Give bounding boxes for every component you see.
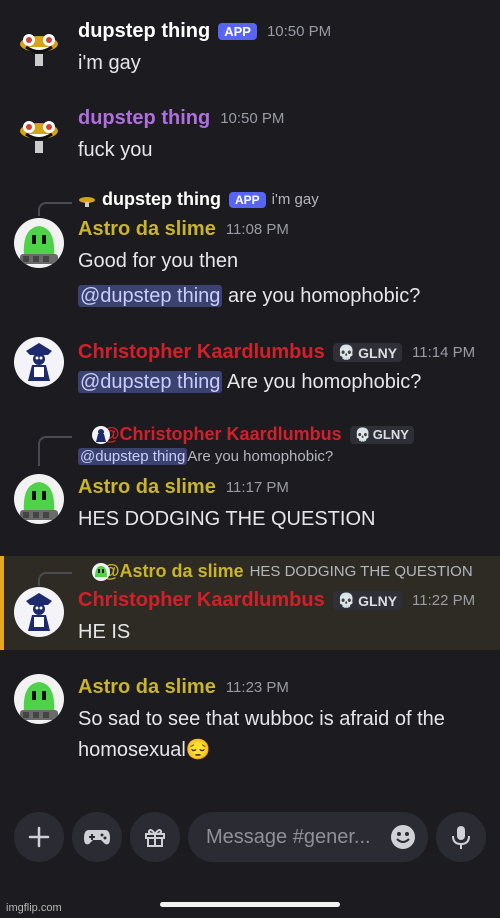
- reply-avatar: [92, 562, 110, 581]
- reply-author: @Astro da slime: [102, 561, 244, 581]
- avatar-christopher[interactable]: [14, 587, 64, 637]
- reply-author: @Christopher Kaardlumbus: [102, 424, 342, 444]
- apps-button[interactable]: [72, 812, 122, 862]
- reply-text: Are you homophobic?: [187, 448, 334, 465]
- timestamp: 11:08 PM: [225, 221, 289, 238]
- avatar-astro[interactable]: [14, 218, 64, 268]
- pensive-emoji: 😔: [185, 739, 211, 761]
- author-name[interactable]: dupstep thing: [78, 20, 210, 43]
- message-text: fuck you: [78, 139, 153, 161]
- avatar-astro[interactable]: [14, 474, 64, 524]
- add-attachment-button[interactable]: [14, 812, 64, 862]
- message-text-tail: homosexual: [78, 739, 186, 761]
- user-mention[interactable]: @dupstep thing: [78, 448, 188, 465]
- guild-tag-text: GLNY: [358, 344, 398, 361]
- avatar-christopher[interactable]: [14, 337, 64, 387]
- author-name[interactable]: Astro da slime: [78, 476, 216, 499]
- microphone-icon: [452, 826, 470, 849]
- avatar-dupstep[interactable]: [14, 22, 64, 72]
- gift-button[interactable]: [130, 812, 180, 862]
- message-text-line2: homosexual😔: [78, 737, 211, 762]
- message-text-tail: are you homophobic?: [222, 285, 421, 307]
- reply-text: i'm gay: [271, 191, 319, 208]
- author-name[interactable]: Astro da slime: [78, 676, 216, 699]
- timestamp: 11:22 PM: [412, 592, 476, 609]
- app-badge: APP: [218, 23, 257, 40]
- reply-avatar: [92, 425, 110, 444]
- gamepad-icon: [84, 830, 110, 845]
- guild-tag-text: GLNY: [358, 592, 398, 609]
- timestamp: 11:17 PM: [225, 479, 289, 496]
- timestamp: 10:50 PM: [266, 23, 332, 40]
- watermark: imgflip.com: [6, 902, 62, 914]
- message-input-placeholder: Message #gener...: [206, 825, 371, 848]
- reply-preview[interactable]: dupstep thing APP i'm gay: [78, 189, 319, 210]
- reply-text: HES DODGING THE QUESTION: [249, 563, 473, 580]
- message-text: HE IS: [78, 621, 131, 643]
- author-name[interactable]: Astro da slime: [78, 218, 216, 241]
- message-text: HES DODGING THE QUESTION: [78, 508, 376, 530]
- author-name[interactable]: dupstep thing: [78, 107, 210, 130]
- guild-tag: 💀 GLNY: [332, 591, 403, 610]
- timestamp: 11:14 PM: [412, 344, 476, 361]
- home-indicator: [160, 902, 340, 907]
- skull-icon: 💀: [354, 426, 371, 442]
- avatar-astro[interactable]: [14, 674, 64, 724]
- message-text: Good for you then: [78, 250, 239, 272]
- emoji-icon[interactable]: [390, 824, 416, 850]
- guild-tag: 💀 GLNY: [349, 425, 414, 444]
- message-input[interactable]: Message #gener...: [188, 812, 428, 862]
- reply-preview-line2: @dupstep thing Are you homophobic?: [78, 448, 333, 465]
- gift-icon: [145, 829, 165, 847]
- message-text: i'm gay: [78, 52, 141, 74]
- reply-connector: [38, 572, 72, 586]
- voice-message-button[interactable]: [436, 812, 486, 862]
- message-text: @dupstep thing Are you homophobic?: [78, 371, 421, 394]
- reply-connector: [38, 202, 72, 216]
- reply-connector: [38, 436, 72, 466]
- app-badge: APP: [228, 191, 266, 208]
- skull-icon: 💀: [337, 592, 356, 608]
- avatar-dupstep[interactable]: [14, 109, 64, 159]
- timestamp: 10:50 PM: [220, 110, 285, 127]
- reply-preview[interactable]: @Christopher Kaardlumbus 💀 GLNY: [78, 424, 414, 445]
- plus-icon: [28, 826, 50, 848]
- author-name[interactable]: Christopher Kaardlumbus: [78, 341, 325, 364]
- author-name[interactable]: Christopher Kaardlumbus: [78, 589, 325, 612]
- user-mention[interactable]: @dupstep thing: [78, 285, 223, 307]
- reply-avatar-icon: [78, 194, 96, 207]
- message-text: @dupstep thing are you homophobic?: [78, 285, 420, 308]
- reply-author: dupstep thing: [102, 189, 221, 209]
- skull-icon: 💀: [337, 344, 356, 360]
- guild-tag: 💀 GLNY: [332, 343, 403, 362]
- composer-bar: Message #gener...: [0, 812, 500, 868]
- reply-preview[interactable]: @Astro da slime HES DODGING THE QUESTION: [78, 561, 473, 582]
- guild-tag-text: GLNY: [372, 427, 409, 442]
- user-mention[interactable]: @dupstep thing: [78, 371, 223, 393]
- message-text-tail: Are you homophobic?: [222, 371, 422, 393]
- message-text: So sad to see that wubboc is afraid of t…: [78, 708, 445, 730]
- timestamp: 11:23 PM: [225, 679, 289, 696]
